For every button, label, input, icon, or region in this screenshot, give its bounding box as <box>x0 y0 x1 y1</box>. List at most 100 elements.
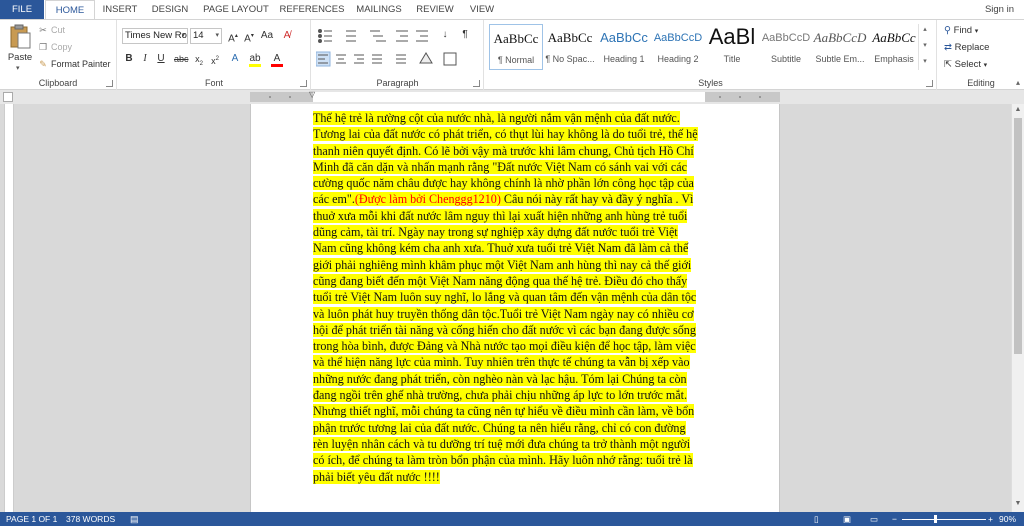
style-subtle-emphasis[interactable]: AaBbCcD Subtle Em... <box>813 24 867 70</box>
doc-line: Thế hệ trẻ là rường cột của nước nhà, là… <box>313 111 680 125</box>
select-label: Select <box>954 59 982 70</box>
doc-line: Nhưng thiết nghĩ, mỗi chúng ta cũng nên … <box>313 404 695 419</box>
ribbon: Paste ▾ ✂ Cut ❐ Copy ✎ Format Painter Clipb… <box>0 19 1024 90</box>
change-case-icon[interactable]: Aa <box>260 29 274 43</box>
vertical-scrollbar[interactable]: ▲ ▼ <box>1011 104 1024 512</box>
paste-dropdown-icon[interactable]: ▾ <box>16 64 20 72</box>
strikethrough-icon[interactable]: abc <box>174 52 189 66</box>
font-dialog-launcher-icon[interactable] <box>300 80 307 87</box>
tab-references[interactable]: REFERENCES <box>278 0 346 19</box>
sort-icon[interactable]: ↓ <box>438 28 452 42</box>
style-subtitle[interactable]: AaBbCcD Subtitle <box>759 24 813 70</box>
tab-file[interactable]: FILE <box>0 0 44 19</box>
zoom-out-icon[interactable]: − <box>892 512 897 526</box>
italic-icon[interactable]: I <box>138 52 152 66</box>
borders-icon <box>443 52 457 66</box>
paintbrush-icon: ✎ <box>39 59 47 69</box>
replace-button[interactable]: ⇄ Replace <box>944 40 989 55</box>
status-bar: PAGE 1 OF 1 378 WORDS ▤ ▯ ▣ ▭ − + 90% <box>0 512 1024 526</box>
proofing-icon[interactable]: ▤ <box>130 512 139 526</box>
tab-review[interactable]: REVIEW <box>412 0 458 19</box>
tab-mailings[interactable]: MAILINGS <box>350 0 408 19</box>
tab-home[interactable]: HOME <box>45 0 95 20</box>
zoom-slider[interactable] <box>902 519 986 520</box>
multilevel-list-icon <box>370 30 386 42</box>
print-layout-icon[interactable]: ▣ <box>843 512 851 526</box>
grow-font-icon[interactable]: A▴ <box>226 29 240 44</box>
doc-line: phải biết yêu đất nước !!!! <box>313 469 440 484</box>
align-left-icon <box>316 51 331 67</box>
more-styles-icon[interactable]: ▾ <box>919 56 931 68</box>
underline-icon[interactable]: U <box>154 52 168 66</box>
scroll-down-icon[interactable]: ▾ <box>919 40 931 52</box>
sign-in-link[interactable]: Sign in <box>985 0 1014 19</box>
font-color-icon[interactable]: A <box>270 52 284 67</box>
show-formatting-icon[interactable]: ¶ <box>458 28 472 42</box>
clear-formatting-icon[interactable]: A̸ <box>280 29 294 43</box>
document-body[interactable]: Thế hệ trẻ là rường cột của nước nhà, là… <box>313 110 713 485</box>
style-sample: AaBbCc <box>600 30 648 45</box>
document-page[interactable]: Thế hệ trẻ là rường cột của nước nhà, là… <box>250 104 780 514</box>
font-size-dropdown[interactable]: 14 ▾ <box>190 28 222 44</box>
font-name-dropdown[interactable]: Times New Ro ▾ <box>122 28 188 44</box>
format-painter-button[interactable]: ✎ Format Painter <box>38 57 110 72</box>
zoom-in-icon[interactable]: + <box>988 512 993 526</box>
doc-line: giới phải nghiêng mình khâm phục một Việ… <box>313 257 692 272</box>
collapse-ribbon-icon[interactable]: ▴ <box>1016 78 1020 87</box>
shading-icon <box>419 52 433 64</box>
paste-button[interactable]: Paste ▾ <box>4 22 36 72</box>
font-group: Times New Ro ▾ 14 ▾ A▴ A▾ Aa A̸ B I U abc … <box>118 20 311 90</box>
editing-group: ⚲ Find ▾ ⇄ Replace ⇱ Select ▾ Editing ▴ <box>938 20 1024 90</box>
tab-design[interactable]: DESIGN <box>146 0 194 19</box>
page-count-status[interactable]: PAGE 1 OF 1 <box>6 512 57 526</box>
scroll-down-arrow-icon[interactable]: ▼ <box>1012 498 1024 510</box>
styles-dialog-launcher-icon[interactable] <box>926 80 933 87</box>
scroll-up-icon[interactable]: ▴ <box>919 24 931 36</box>
cut-button[interactable]: ✂ Cut <box>38 23 65 38</box>
style-sample: AaBbCc <box>872 30 916 45</box>
style-name: Subtle Em... <box>815 54 865 64</box>
vertical-ruler[interactable] <box>4 104 14 512</box>
doc-line: có ích, để chúng ta làm tròn bổn phận củ… <box>313 453 693 468</box>
paragraph-dialog-launcher-icon[interactable] <box>473 80 480 87</box>
style-heading-1[interactable]: AaBbCc Heading 1 <box>597 24 651 70</box>
bold-icon[interactable]: B <box>122 52 136 66</box>
style-heading-2[interactable]: AaBbCcD Heading 2 <box>651 24 705 70</box>
clipboard-dialog-launcher-icon[interactable] <box>106 80 113 87</box>
text-effects-icon[interactable]: A <box>228 52 242 66</box>
cursor-icon: ⇱ <box>944 59 952 70</box>
font-size-value: 14 <box>193 30 204 41</box>
doc-line: và luôn phát huy truyền thống dân tộc.Tu… <box>313 306 694 321</box>
zoom-slider-thumb[interactable] <box>934 515 937 523</box>
word-count-status[interactable]: 378 WORDS <box>66 512 115 526</box>
paragraph-group: ↓ ¶ Paragraph <box>312 20 484 90</box>
replace-label: Replace <box>954 42 990 53</box>
select-button[interactable]: ⇱ Select ▾ <box>944 57 987 72</box>
styles-gallery-scroll[interactable]: ▴ ▾ ▾ <box>918 24 930 70</box>
highlight-color-icon[interactable]: ab <box>248 52 262 67</box>
indent-marker-icon[interactable]: ▽ <box>309 90 315 99</box>
style-title[interactable]: AaBl Title <box>705 24 759 70</box>
subscript-icon[interactable]: x2 <box>192 52 206 67</box>
find-button[interactable]: ⚲ Find ▾ <box>944 23 978 38</box>
style-name: Heading 2 <box>657 54 699 64</box>
doc-line: tuổi trẻ Việt Nam luôn suy nghĩ, lo lắng… <box>313 290 697 305</box>
doc-line: và thể hiện năng lực của mình. Tuy nhiên… <box>313 355 690 370</box>
web-layout-icon[interactable]: ▭ <box>870 512 878 526</box>
zoom-level[interactable]: 90% <box>999 512 1016 526</box>
style-normal[interactable]: AaBbCc ¶ Normal <box>489 24 543 70</box>
scroll-up-arrow-icon[interactable]: ▲ <box>1012 104 1024 116</box>
style-no-spacing[interactable]: AaBbCc ¶ No Spac... <box>543 24 597 70</box>
tab-selector-icon[interactable] <box>3 92 13 102</box>
tab-view[interactable]: VIEW <box>462 0 502 19</box>
copy-button[interactable]: ❐ Copy <box>38 40 72 55</box>
read-mode-icon[interactable]: ▯ <box>814 512 819 526</box>
scrollbar-thumb[interactable] <box>1014 118 1022 354</box>
doc-line: Minh đã căn dặn và nhấn mạnh rằng "Đất n… <box>313 159 687 174</box>
style-emphasis[interactable]: AaBbCc Emphasis <box>867 24 921 70</box>
tab-page-layout[interactable]: PAGE LAYOUT <box>198 0 274 19</box>
tab-insert[interactable]: INSERT <box>97 0 143 19</box>
shrink-font-icon[interactable]: A▾ <box>242 29 256 44</box>
ruler-text-area <box>313 92 705 102</box>
superscript-icon[interactable]: x2 <box>208 52 222 66</box>
